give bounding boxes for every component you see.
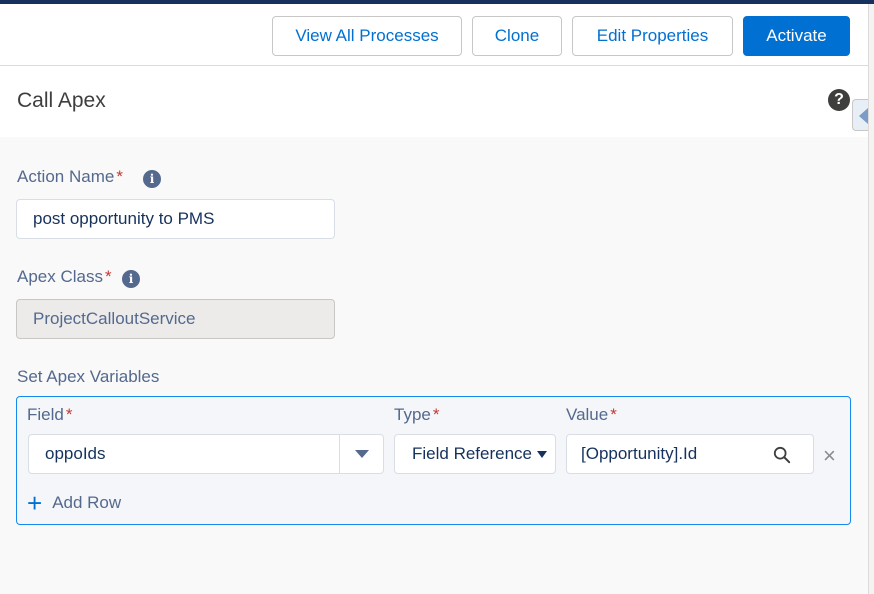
chevron-left-icon — [859, 108, 868, 124]
value-lookup-input[interactable]: [Opportunity].Id — [566, 434, 814, 474]
scrollbar[interactable] — [868, 4, 874, 594]
view-all-processes-button[interactable]: View All Processes — [272, 16, 462, 56]
field-column-header: Field * — [27, 405, 72, 425]
clone-button[interactable]: Clone — [472, 16, 562, 56]
add-row-button[interactable]: + Add Row — [27, 488, 122, 518]
type-column-text: Type — [394, 405, 431, 424]
apex-class-label-text: Apex Class — [17, 267, 103, 286]
help-icon[interactable]: ? — [828, 89, 850, 111]
info-icon[interactable]: i — [122, 270, 140, 288]
plus-icon: + — [27, 488, 43, 518]
apex-class-label: Apex Class * — [17, 267, 112, 287]
required-marker: * — [65, 405, 73, 424]
type-value: Field Reference — [412, 444, 533, 463]
edit-properties-button[interactable]: Edit Properties — [572, 16, 733, 56]
required-marker: * — [116, 167, 123, 186]
value-text: [Opportunity].Id — [581, 444, 698, 463]
remove-row-icon[interactable]: × — [823, 443, 836, 469]
field-column-text: Field — [27, 405, 64, 424]
action-name-label: Action Name * — [17, 167, 123, 187]
activate-button[interactable]: Activate — [743, 16, 850, 56]
value-column-header: Value * — [566, 405, 617, 425]
toolbar: View All Processes Clone Edit Properties… — [0, 4, 874, 66]
field-combobox[interactable]: oppoIds — [28, 434, 384, 474]
chevron-down-icon — [537, 451, 547, 458]
field-value: oppoIds — [45, 444, 106, 463]
add-row-label: Add Row — [52, 493, 122, 512]
apex-class-input: ProjectCalloutService — [16, 299, 335, 339]
set-apex-variables-label: Set Apex Variables — [17, 367, 160, 386]
required-marker: * — [104, 267, 112, 286]
type-column-header: Type * — [394, 405, 439, 425]
type-select[interactable]: Field Reference — [394, 434, 556, 474]
chevron-down-icon — [354, 450, 369, 458]
required-marker: * — [432, 405, 440, 424]
panel-title: Call Apex — [17, 89, 106, 112]
action-name-input[interactable]: post opportunity to PMS — [16, 199, 335, 239]
required-marker: * — [610, 405, 617, 424]
value-column-text: Value — [566, 405, 609, 424]
field-dropdown-button[interactable] — [339, 435, 383, 473]
search-icon[interactable] — [773, 446, 791, 464]
info-icon[interactable]: i — [143, 170, 161, 188]
panel-header: Call Apex ? — [0, 67, 868, 137]
action-name-label-text: Action Name — [17, 167, 115, 186]
